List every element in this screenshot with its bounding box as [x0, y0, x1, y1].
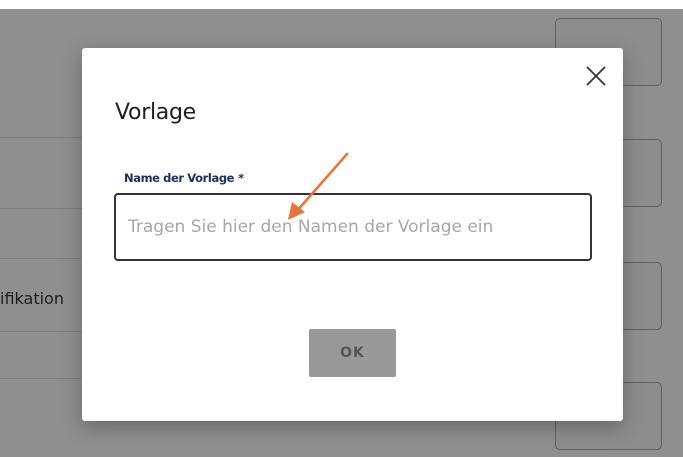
- close-button[interactable]: [581, 61, 611, 91]
- close-icon: [586, 66, 606, 86]
- background-divider: [0, 378, 82, 379]
- template-name-input[interactable]: [114, 193, 592, 261]
- ok-button[interactable]: OK: [309, 329, 396, 377]
- required-marker: *: [238, 171, 244, 185]
- background-divider: [0, 258, 82, 259]
- background-partial-label: ifikation: [0, 289, 64, 308]
- dialog-title: Vorlage: [115, 100, 196, 125]
- background-divider: [0, 137, 82, 138]
- background-divider: [0, 208, 82, 209]
- page-top-strip: [0, 0, 683, 9]
- vorlage-dialog: Vorlage Name der Vorlage* OK: [82, 48, 623, 421]
- name-field-label-text: Name der Vorlage: [124, 171, 235, 185]
- name-field-label: Name der Vorlage *: [124, 171, 244, 185]
- background-divider: [0, 331, 82, 332]
